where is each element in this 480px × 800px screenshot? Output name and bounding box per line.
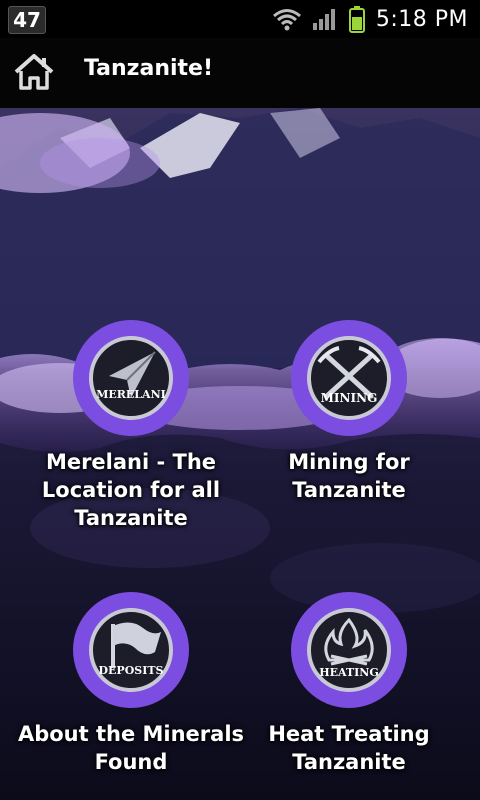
emblem-text-mining: MINING <box>321 391 378 405</box>
battery-icon <box>348 6 365 33</box>
notification-count-badge[interactable]: 47 <box>8 6 46 34</box>
flag-icon[interactable]: DEPOSITS <box>71 590 191 710</box>
home-icon[interactable] <box>12 52 56 92</box>
tile-label-heating: Heat Treating Tanzanite <box>268 722 430 774</box>
action-bar: Tanzanite! <box>0 38 480 108</box>
tile-label-deposits: About the Minerals Found <box>17 722 245 774</box>
tile-heating[interactable]: HEATING Heat Treating Tanzanite <box>234 590 464 776</box>
tile-mining[interactable]: MINING Mining for Tanzanite <box>234 318 464 504</box>
tile-merelani[interactable]: MERELANI Merelani - The Location for all… <box>16 318 246 532</box>
wifi-icon <box>272 9 301 31</box>
app-title: Tanzanite! <box>84 56 214 81</box>
flame-icon[interactable]: HEATING <box>289 590 409 710</box>
emblem-text-heating: HEATING <box>319 666 379 679</box>
tile-label-mining: Mining for Tanzanite <box>288 450 410 502</box>
clock: 5:18 PM <box>375 6 468 32</box>
status-icons: 5:18 PM <box>272 4 468 34</box>
tile-deposits[interactable]: DEPOSITS About the Minerals Found <box>16 590 246 776</box>
paper-plane-icon[interactable]: MERELANI <box>71 318 191 438</box>
main-content: MERELANI Merelani - The Location for all… <box>0 108 480 800</box>
signal-icon <box>312 9 335 30</box>
tile-label-merelani: Merelani - The Location for all Tanzanit… <box>41 450 221 530</box>
emblem-text-deposits: DEPOSITS <box>99 664 164 677</box>
emblem-text-merelani: MERELANI <box>96 388 166 401</box>
pickaxe-icon[interactable]: MINING <box>289 318 409 438</box>
status-bar: 47 5:18 PM <box>0 0 480 38</box>
